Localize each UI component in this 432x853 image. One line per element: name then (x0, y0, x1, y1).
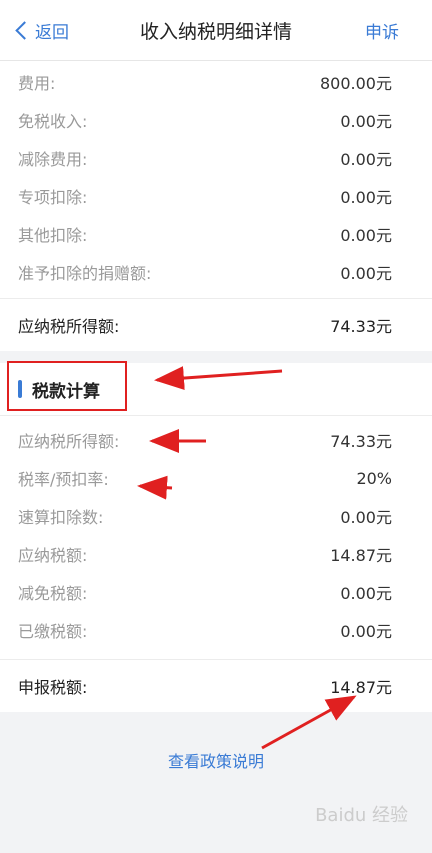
list-item: 减除费用: 0.00元 (0, 139, 432, 177)
list-item: 应纳税额: 14.87元 (0, 535, 432, 573)
row-value: 0.00元 (340, 622, 392, 641)
tax-calc-card: 税款计算 应纳税所得额: 74.33元 税率/预扣率: 20% 速算扣除数: 0… (0, 363, 432, 712)
row-value: 14.87元 (330, 546, 392, 565)
row-label: 应纳税额: (18, 546, 88, 565)
row-value: 0.00元 (340, 112, 392, 131)
row-label: 免税收入: (18, 112, 88, 131)
watermark: Baidu 经验 (315, 805, 408, 826)
list-item: 免税收入: 0.00元 (0, 101, 432, 139)
row-label: 专项扣除: (18, 188, 88, 207)
row-value: 14.87元 (330, 678, 392, 697)
list-item: 准予扣除的捐赠额: 0.00元 (0, 253, 432, 291)
row-value: 0.00元 (340, 264, 392, 283)
row-value: 0.00元 (340, 584, 392, 603)
row-label: 申报税额: (18, 678, 88, 697)
list-item: 速算扣除数: 0.00元 (0, 497, 432, 535)
list-item: 费用: 800.00元 (0, 63, 432, 101)
row-label: 减免税额: (18, 584, 88, 603)
chevron-left-icon (15, 20, 34, 40)
list-item: 专项扣除: 0.00元 (0, 177, 432, 215)
back-label: 返回 (35, 22, 69, 43)
appeal-button[interactable]: 申诉 (365, 0, 399, 60)
list-item: 其他扣除: 0.00元 (0, 215, 432, 253)
row-value: 0.00元 (340, 188, 392, 207)
list-item: 已缴税额: 0.00元 (0, 611, 432, 649)
row-label: 税率/预扣率: (18, 470, 109, 489)
row-label: 减除费用: (18, 150, 88, 169)
row-label: 应纳税所得额: (18, 432, 120, 451)
nav-bar: 返回 收入纳税明细详情 申诉 (0, 0, 432, 61)
row-value: 0.00元 (340, 508, 392, 527)
row-value: 20% (356, 468, 392, 488)
row-value: 74.33元 (330, 317, 392, 336)
row-label: 已缴税额: (18, 622, 88, 641)
list-item: 减免税额: 0.00元 (0, 573, 432, 611)
row-label: 其他扣除: (18, 226, 88, 245)
taxable-income-row: 应纳税所得额: 74.33元 (0, 298, 432, 351)
list-item: 税率/预扣率: 20% (0, 459, 432, 497)
row-value: 74.33元 (330, 432, 392, 451)
policy-link[interactable]: 查看政策说明 (0, 748, 432, 772)
list-item: 应纳税所得额: 74.33元 (0, 421, 432, 459)
deductions-card: 费用: 800.00元 免税收入: 0.00元 减除费用: 0.00元 专项扣除… (0, 61, 432, 351)
row-label: 费用: (18, 74, 56, 93)
annotation-box (7, 361, 127, 411)
row-value: 0.00元 (340, 150, 392, 169)
back-button[interactable]: 返回 (14, 0, 69, 60)
row-label: 速算扣除数: (18, 508, 104, 527)
row-value: 0.00元 (340, 226, 392, 245)
row-label: 准予扣除的捐赠额: (18, 264, 152, 283)
declared-tax-row: 申报税额: 14.87元 (0, 659, 432, 712)
row-value: 800.00元 (320, 74, 392, 93)
row-label: 应纳税所得额: (18, 317, 120, 336)
